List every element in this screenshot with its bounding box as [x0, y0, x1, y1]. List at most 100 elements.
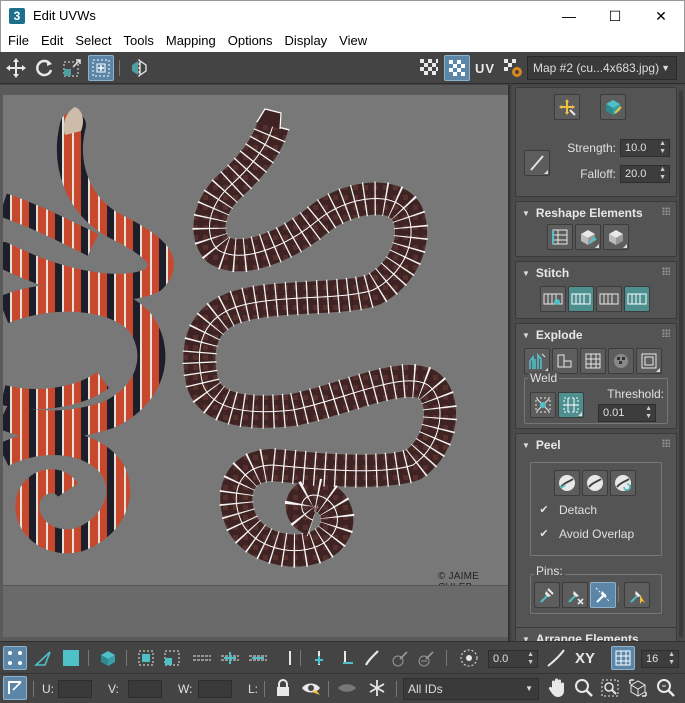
explode-header[interactable]: ▼ Explode — [522, 328, 583, 342]
maximize-button[interactable]: ☐ — [592, 1, 638, 31]
checker-pattern-icon[interactable] — [416, 55, 442, 81]
detach-checkbox[interactable]: ✔ Detach — [538, 503, 597, 517]
relax-tool-icon[interactable] — [603, 224, 629, 250]
map-selector-dropdown[interactable]: Map #2 (cu...4x683.jpg) ▼ — [527, 56, 677, 80]
ring-selection-icon[interactable] — [278, 646, 302, 670]
pin-selected-icon[interactable] — [534, 582, 560, 608]
polygon-mode-icon[interactable] — [59, 646, 83, 670]
grid-snap-spinner[interactable]: 16 ▲ ▼ — [641, 650, 679, 668]
paint-grow-icon[interactable] — [388, 646, 412, 670]
spinner-arrows-icon[interactable]: ▲ ▼ — [645, 405, 652, 421]
flatten-by-material-icon[interactable] — [636, 348, 662, 374]
spinner-arrows-icon[interactable]: ▲ ▼ — [668, 651, 675, 667]
quick-peel-icon[interactable] — [554, 470, 580, 496]
v-coordinate-field[interactable] — [128, 680, 162, 698]
grow-loop-icon[interactable] — [218, 646, 242, 670]
freeze-selection-icon[interactable] — [365, 676, 389, 700]
reshape-elements-header[interactable]: ▼ Reshape Elements — [522, 206, 643, 220]
stitch-custom-icon[interactable] — [540, 286, 566, 312]
zoom-selected-icon[interactable] — [654, 676, 678, 700]
move-tool-icon[interactable] — [3, 55, 29, 81]
rotate-angle-spinner[interactable]: 0.0 ▲ ▼ — [488, 650, 538, 668]
weld-selected-icon[interactable] — [530, 392, 556, 418]
shrink-loop-icon[interactable] — [246, 646, 270, 670]
detach-edge-icon[interactable] — [580, 348, 606, 374]
freeform-mode-icon[interactable] — [88, 55, 114, 81]
zoom-icon[interactable] — [572, 676, 596, 700]
rotate-tool-icon[interactable] — [31, 55, 57, 81]
drag-handle-icon[interactable] — [662, 439, 670, 447]
show-all-icon[interactable] — [335, 676, 359, 700]
material-id-dropdown[interactable]: All IDs ▼ — [403, 678, 539, 700]
avoid-overlap-checkbox[interactable]: ✔ Avoid Overlap — [538, 527, 634, 541]
drag-handle-icon[interactable] — [662, 267, 670, 275]
uv-toggle-button[interactable]: UV — [472, 55, 498, 81]
falloff-spinner[interactable]: 20.0 ▲ ▼ — [620, 165, 670, 183]
strength-spinner[interactable]: 10.0 ▲ ▼ — [620, 139, 670, 157]
mirror-tool-icon[interactable] — [126, 55, 152, 81]
map-settings-icon[interactable] — [500, 55, 526, 81]
u-coordinate-field[interactable] — [58, 680, 92, 698]
uv-texture-canvas[interactable]: © JAIME CULEB — [3, 95, 508, 585]
menu-edit[interactable]: Edit — [34, 31, 68, 51]
auto-pin-moved-icon[interactable] — [590, 582, 616, 608]
menu-tools[interactable]: Tools — [117, 31, 159, 51]
panel-scrollbar[interactable] — [679, 91, 683, 637]
peel-mode-icon[interactable] — [582, 470, 608, 496]
menu-select[interactable]: Select — [68, 31, 116, 51]
stitch-to-target-icon[interactable] — [568, 286, 594, 312]
paint-shrink-icon[interactable] — [414, 646, 438, 670]
element-mode-icon[interactable] — [96, 646, 120, 670]
l-label: L: — [248, 682, 259, 696]
grid-snap-icon[interactable] — [611, 646, 635, 670]
minimize-button[interactable]: — — [546, 1, 592, 31]
unpin-selected-icon[interactable] — [562, 582, 588, 608]
show-map-icon[interactable] — [444, 55, 470, 81]
reset-peel-icon[interactable] — [610, 470, 636, 496]
soft-select-paint-icon[interactable] — [600, 94, 626, 120]
edge-mode-icon[interactable] — [31, 646, 55, 670]
hide-selection-icon[interactable] — [299, 676, 323, 700]
zoom-extents-icon[interactable] — [626, 676, 650, 700]
spinner-arrows-icon[interactable]: ▲ ▼ — [527, 651, 534, 667]
spinner-arrows-icon[interactable]: ▲ ▼ — [659, 140, 666, 156]
menu-display[interactable]: Display — [278, 31, 333, 51]
absolute-offset-icon[interactable] — [3, 676, 27, 700]
select-pinned-icon[interactable] — [624, 582, 650, 608]
stitch-average-icon[interactable] — [596, 286, 622, 312]
peel-header[interactable]: ▼ Peel — [522, 438, 561, 452]
drag-handle-icon[interactable] — [662, 329, 670, 337]
stitch-to-source-icon[interactable] — [624, 286, 650, 312]
menu-file[interactable]: File — [1, 31, 34, 51]
xy-coordinate-toggle[interactable]: XY — [572, 646, 598, 670]
pan-hand-icon[interactable] — [545, 676, 569, 700]
soft-select-move-icon[interactable] — [554, 94, 580, 120]
curve-snap-icon[interactable] — [544, 646, 568, 670]
shrink-ring-icon[interactable] — [335, 646, 359, 670]
grow-selection-icon[interactable] — [134, 646, 158, 670]
lock-selection-icon[interactable] — [271, 676, 295, 700]
weld-target-icon[interactable] — [558, 392, 584, 418]
zoom-region-icon[interactable] — [598, 676, 622, 700]
flatten-by-smoothing-icon[interactable] — [608, 348, 634, 374]
rotate-angle-icon[interactable] — [457, 646, 481, 670]
w-coordinate-field[interactable] — [198, 680, 232, 698]
loop-selection-icon[interactable] — [190, 646, 214, 670]
spinner-arrows-icon[interactable]: ▲ ▼ — [659, 166, 666, 182]
arrange-elements-header[interactable]: ▼ Arrange Elements — [522, 632, 639, 641]
paint-select-icon[interactable] — [360, 646, 384, 670]
menu-options[interactable]: Options — [221, 31, 278, 51]
vertex-mode-icon[interactable] — [3, 646, 27, 670]
straighten-selection-icon[interactable] — [547, 224, 573, 250]
stitch-header[interactable]: ▼ Stitch — [522, 266, 569, 280]
menu-mapping[interactable]: Mapping — [159, 31, 221, 51]
threshold-spinner[interactable]: 0.01 ▲ ▼ — [598, 404, 656, 422]
drag-handle-icon[interactable] — [662, 207, 670, 215]
grow-ring-icon[interactable] — [307, 646, 331, 670]
shrink-selection-icon[interactable] — [160, 646, 184, 670]
close-button[interactable]: ✕ — [638, 1, 684, 31]
scale-tool-icon[interactable] — [59, 55, 85, 81]
falloff-curve-icon[interactable] — [524, 150, 550, 176]
menu-view[interactable]: View — [332, 31, 372, 51]
relax-until-flat-icon[interactable] — [575, 224, 601, 250]
